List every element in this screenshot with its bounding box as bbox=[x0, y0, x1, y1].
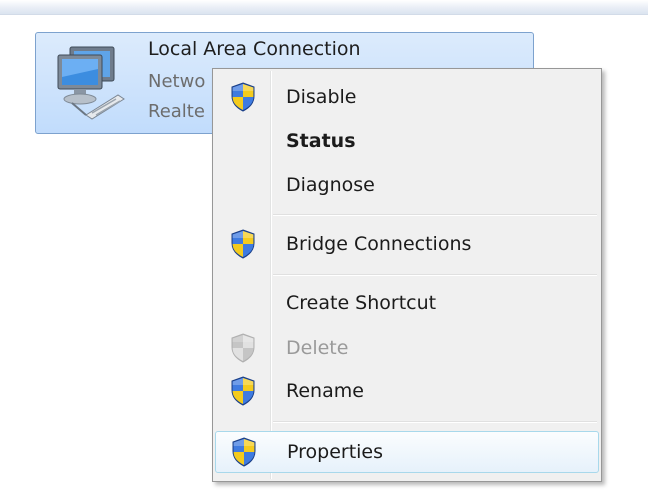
connection-adapter: Realte bbox=[148, 101, 205, 122]
menu-item-label: Delete bbox=[286, 337, 349, 359]
connection-status: Netwo bbox=[148, 71, 206, 92]
menu-item-label: Disable bbox=[286, 86, 357, 108]
network-adapter-icon bbox=[57, 46, 125, 120]
uac-shield-icon bbox=[231, 437, 257, 467]
menu-separator bbox=[273, 421, 597, 423]
uac-shield-icon bbox=[230, 82, 256, 112]
menu-separator bbox=[273, 214, 597, 216]
menu-item-rename[interactable]: Rename bbox=[215, 371, 599, 411]
menu-item-bridge-connections[interactable]: Bridge Connections bbox=[215, 224, 599, 264]
menu-item-label: Bridge Connections bbox=[286, 233, 472, 255]
menu-item-diagnose[interactable]: Diagnose bbox=[215, 165, 599, 205]
menu-item-delete: Delete bbox=[215, 328, 599, 368]
uac-shield-icon bbox=[230, 229, 256, 259]
menu-item-properties[interactable]: Properties bbox=[215, 431, 599, 473]
menu-item-disable[interactable]: Disable bbox=[215, 77, 599, 117]
menu-item-label: Rename bbox=[286, 380, 364, 402]
menu-item-label: Diagnose bbox=[286, 174, 375, 196]
window-header-strip bbox=[0, 0, 648, 15]
uac-shield-icon bbox=[230, 376, 256, 406]
connection-name: Local Area Connection bbox=[148, 38, 361, 60]
menu-item-status[interactable]: Status bbox=[215, 121, 599, 161]
uac-shield-icon bbox=[230, 333, 256, 363]
menu-item-label: Status bbox=[286, 130, 356, 152]
menu-item-label: Create Shortcut bbox=[286, 292, 437, 314]
context-menu: Disable Status Diagnose Bridge Connectio… bbox=[212, 68, 602, 482]
menu-item-create-shortcut[interactable]: Create Shortcut bbox=[215, 283, 599, 323]
menu-item-label: Properties bbox=[287, 441, 384, 463]
menu-separator bbox=[273, 274, 597, 276]
